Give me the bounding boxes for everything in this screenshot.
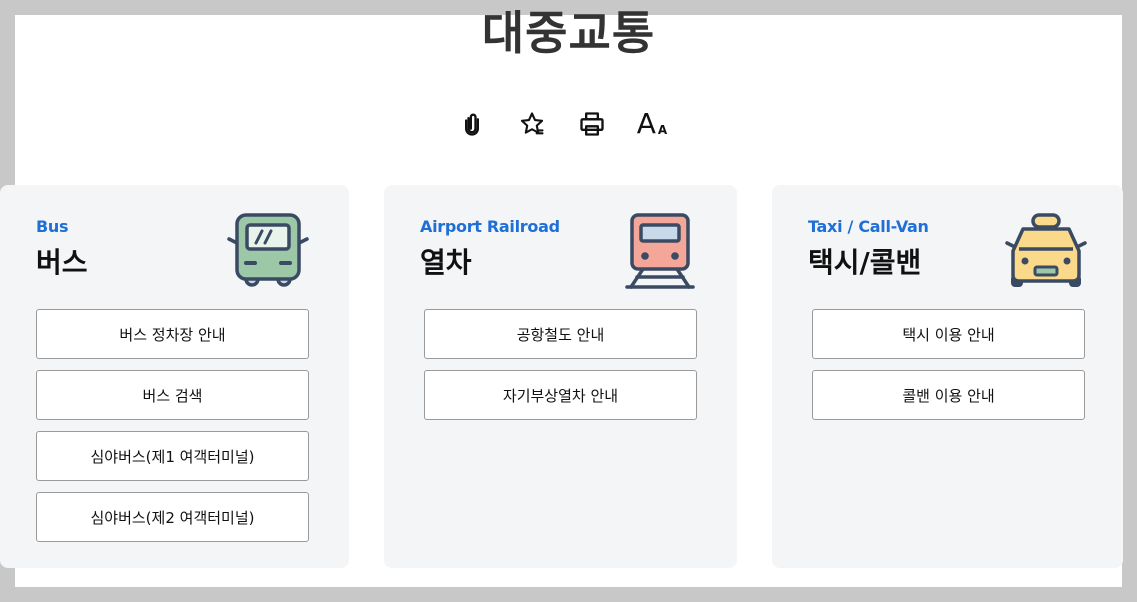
page-toolbar: AA <box>454 106 670 142</box>
bus-stop-info-button[interactable]: 버스 정차장 안내 <box>36 309 309 359</box>
bus-link-list: 버스 정차장 안내 버스 검색 심야버스(제1 여객터미널) 심야버스(제2 여… <box>36 309 309 542</box>
paperclip-icon <box>465 113 479 136</box>
rail-link-list: 공항철도 안내 자기부상열차 안내 <box>424 309 697 420</box>
maglev-info-button[interactable]: 자기부상열차 안내 <box>424 370 697 420</box>
taxi-card: Taxi / Call-Van 택시/콜밴 택시 이용 안내 콜밴 이용 안내 <box>772 185 1123 568</box>
bus-card: Bus 버스 버스 정차장 안내 버스 검색 심야버스(제1 여객터미널) 심야… <box>0 185 349 568</box>
airport-railroad-info-button[interactable]: 공항철도 안내 <box>424 309 697 359</box>
callvan-guide-button[interactable]: 콜밴 이용 안내 <box>812 370 1085 420</box>
night-bus-terminal2-button[interactable]: 심야버스(제2 여객터미널) <box>36 492 309 542</box>
night-bus-terminal1-button[interactable]: 심야버스(제1 여객터미널) <box>36 431 309 481</box>
page-title: 대중교통 <box>481 6 656 60</box>
card-korean-title: 버스 <box>36 246 88 279</box>
attach-button[interactable] <box>454 106 490 142</box>
rail-card: Airport Railroad 열차 공항철도 안내 자기부상열차 안내 <box>384 185 737 568</box>
bus-search-button[interactable]: 버스 검색 <box>36 370 309 420</box>
train-icon <box>625 213 695 289</box>
favorite-button[interactable] <box>514 106 550 142</box>
print-button[interactable] <box>574 106 610 142</box>
font-size-button[interactable]: AA <box>634 106 670 142</box>
card-english-title: Taxi / Call-Van <box>808 217 929 236</box>
taxi-guide-button[interactable]: 택시 이용 안내 <box>812 309 1085 359</box>
font-size-icon: AA <box>636 107 668 140</box>
card-english-title: Bus <box>36 217 69 236</box>
bus-icon <box>227 213 309 287</box>
card-korean-title: 택시/콜밴 <box>808 246 922 279</box>
card-korean-title: 열차 <box>420 246 472 279</box>
taxi-icon <box>1005 213 1087 287</box>
taxi-link-list: 택시 이용 안내 콜밴 이용 안내 <box>812 309 1085 420</box>
card-english-title: Airport Railroad <box>420 217 560 236</box>
star-icon <box>520 112 544 135</box>
print-icon <box>580 112 604 136</box>
